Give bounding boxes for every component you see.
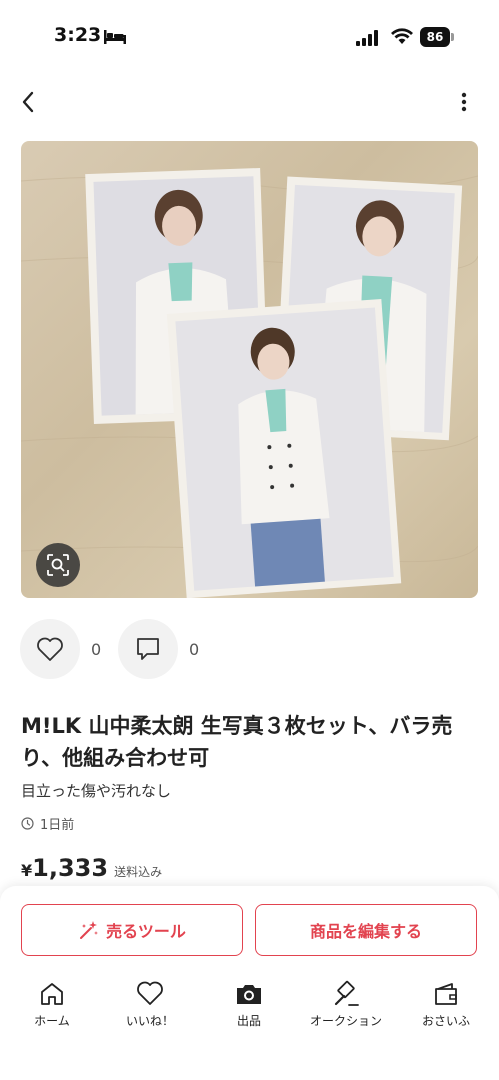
- like-count: 0: [91, 640, 102, 659]
- price-row: ¥1,333 送料込み: [21, 854, 162, 882]
- edit-item-label: 商品を編集する: [309, 922, 422, 941]
- price-currency: ¥: [21, 861, 33, 880]
- tab-sell[interactable]: 出品: [209, 980, 289, 1029]
- item-condition: 目立った傷や汚れなし: [21, 782, 172, 800]
- back-button[interactable]: [14, 88, 42, 116]
- camera-icon: [237, 985, 261, 1004]
- comment-icon: [137, 638, 159, 660]
- more-options-button[interactable]: [452, 88, 476, 116]
- status-time: 3:23: [54, 24, 102, 46]
- product-title: M!LK 山中柔太朗 生写真３枚セット、バラ売り、他組み合わせ可: [21, 714, 453, 770]
- price: ¥1,333: [21, 854, 108, 882]
- heart-icon: [137, 981, 163, 1005]
- tab-wallet-label: おさいふ: [421, 1014, 470, 1028]
- price-value: 1,333: [32, 854, 109, 882]
- wallet-icon: [435, 983, 457, 1005]
- tab-home[interactable]: ホーム: [12, 980, 92, 1029]
- product-photo[interactable]: [21, 141, 478, 598]
- chevron-left-icon: [22, 91, 34, 113]
- heart-icon: [37, 637, 63, 661]
- comment-button[interactable]: [118, 619, 178, 679]
- comment-count: 0: [189, 640, 200, 659]
- image-search-button[interactable]: [36, 543, 80, 587]
- tab-home-label: ホーム: [34, 1014, 70, 1028]
- like-button[interactable]: [20, 619, 80, 679]
- more-vertical-icon: [461, 92, 467, 112]
- tab-wallet[interactable]: おさいふ: [406, 980, 486, 1029]
- image-search-icon: [47, 554, 69, 576]
- wifi-icon: [391, 27, 413, 49]
- tab-likes[interactable]: いいね！: [110, 980, 190, 1029]
- tab-likes-label: いいね！: [125, 1014, 174, 1028]
- sell-tool-button[interactable]: 売るツール: [21, 904, 243, 956]
- shipping-label: 送料込み: [114, 865, 163, 879]
- posted-time-row: 1日前: [21, 814, 74, 833]
- gavel-icon: [334, 980, 359, 1006]
- sell-tool-label: 売るツール: [106, 922, 186, 941]
- clock-icon: [21, 817, 34, 830]
- tab-auction[interactable]: オークション: [306, 980, 386, 1029]
- battery-tip: [451, 33, 454, 41]
- battery-indicator: 86: [420, 27, 450, 47]
- signal-icon: [356, 30, 382, 50]
- posted-time: 1日前: [40, 818, 75, 833]
- tab-auction-label: オークション: [309, 1014, 382, 1028]
- tab-sell-label: 出品: [236, 1014, 261, 1028]
- bed-icon: [104, 29, 126, 48]
- magic-wand-icon: [80, 921, 99, 939]
- home-icon: [41, 983, 63, 1005]
- edit-item-button[interactable]: 商品を編集する: [255, 904, 477, 956]
